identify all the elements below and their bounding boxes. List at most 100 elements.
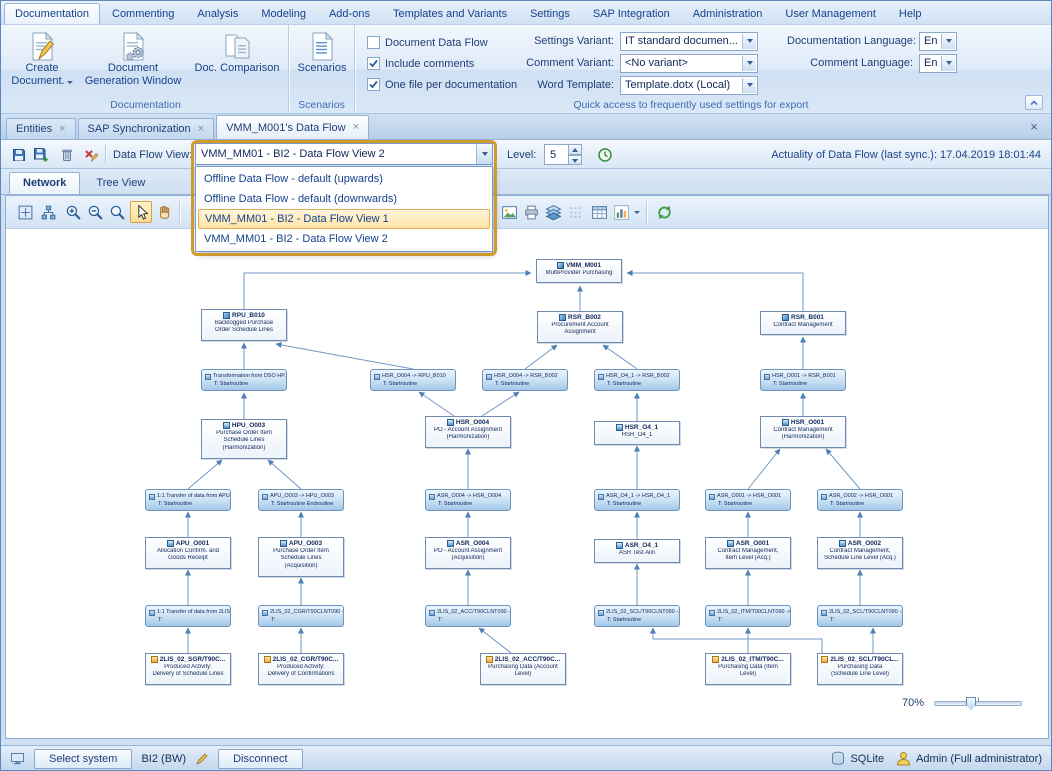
save-icon[interactable] xyxy=(9,145,29,165)
document-tab-entities[interactable]: Entities× xyxy=(6,118,76,139)
fit-icon[interactable] xyxy=(14,201,36,223)
ribbon-tab-commenting[interactable]: Commenting xyxy=(101,3,185,24)
document-tab-vmm-m001-s-data-flow[interactable]: VMM_M001's Data Flow× xyxy=(216,115,369,139)
diagram-node-ds-scl[interactable]: 2LIS_02_SCL/T90CL...Purchasing Data(Sche… xyxy=(817,653,903,685)
zoom-in-icon[interactable] xyxy=(62,201,84,223)
dropdown-item-offline-data-flow-default-upwards[interactable]: Offline Data Flow - default (upwards) xyxy=(198,169,490,189)
select-system-button[interactable]: Select system xyxy=(34,749,132,769)
cursor-icon[interactable] xyxy=(130,201,152,223)
diagram-node-ds-cgr[interactable]: 2LIS_02_CGR/T90C...Produced Activity:Del… xyxy=(258,653,344,685)
diagram-node-asr-o002[interactable]: ASR_O002Contract Management,Schedule Lin… xyxy=(817,537,903,569)
diagram-node-t-2lis-scl-asr[interactable]: 2LIS_02_SCL/T90CLNT090 ->...T: Startrout… xyxy=(594,605,680,627)
checkbox-document-data-flow[interactable]: Document Data Flow xyxy=(367,32,517,53)
select-word-template[interactable]: Template.dotx (Local) xyxy=(620,76,758,95)
diagram-node-asr-o004[interactable]: ASR_O004PO - Account Assignment(Acquisit… xyxy=(425,537,511,569)
checkbox-one-file-per-documentation[interactable]: One file per documentation xyxy=(367,74,517,95)
select-comment-language[interactable]: En xyxy=(919,54,957,73)
diagram-node-apu-o001[interactable]: APU_O001Allocation Confirm. andGoods Rec… xyxy=(145,537,231,569)
close-tab-icon[interactable]: × xyxy=(59,124,65,135)
ribbon-tab-add-ons[interactable]: Add-ons xyxy=(318,3,381,24)
dropdown-icon[interactable] xyxy=(742,34,756,49)
spin-up-icon[interactable] xyxy=(568,144,582,155)
ribbon-tab-analysis[interactable]: Analysis xyxy=(186,3,249,24)
layout-icon[interactable] xyxy=(37,201,59,223)
print-icon[interactable] xyxy=(520,201,542,223)
view-tab-tree-view[interactable]: Tree View xyxy=(82,172,159,194)
refresh-icon[interactable] xyxy=(653,201,675,223)
save-as-icon[interactable] xyxy=(31,145,51,165)
diagram-node-asr-o4-1[interactable]: ASR_O4_1ASR Test Alin xyxy=(594,539,680,563)
diagram-node-t-2lis-itm[interactable]: 2LIS_02_ITM/T90CLNT090 ->...T: xyxy=(705,605,791,627)
dropdown-icon[interactable] xyxy=(742,78,756,93)
diagram-node-t-2lis-scl[interactable]: 2LIS_02_SCL/T90CLNT090 ->...T: xyxy=(817,605,903,627)
dropdown-icon[interactable] xyxy=(941,56,955,71)
diagram-node-t-hsr-o4-1-rsr-b002[interactable]: HSR_O4_1 -> RSR_B002T: Startroutine xyxy=(594,369,680,391)
diagram-node-t-asr-o002-hsr-o001[interactable]: ASR_O002 -> HSR_O001T: Startroutine xyxy=(817,489,903,511)
diagram-node-ds-sgr[interactable]: 2LIS_02_SGR/T90C...Produced Activity:Del… xyxy=(145,653,231,685)
close-tab-icon[interactable]: × xyxy=(198,124,204,135)
ribbon-tab-settings[interactable]: Settings xyxy=(519,3,581,24)
diagram-node-t-2lis-acc[interactable]: 2LIS_02_ACC/T90CLNT090 ->...T: xyxy=(425,605,511,627)
checkbox-box-icon[interactable] xyxy=(367,78,380,91)
close-tab-bar-icon[interactable]: × xyxy=(1026,118,1042,134)
diagram-node-hsr-o004[interactable]: HSR_O004PO - Account Assignment(Harmoniz… xyxy=(425,416,511,448)
diagram-node-t-asr-o004-hsr-o004[interactable]: ASR_O004 -> HSR_O004T: Startroutine xyxy=(425,489,511,511)
data-flow-view-combobox[interactable]: VMM_MM01 - BI2 - Data Flow View 2 xyxy=(195,143,493,165)
diagram-node-t-hsr-o001-rsr-b001[interactable]: HSR_O001 -> RSR_B001T: Startroutine xyxy=(760,369,846,391)
ribbon-tab-help[interactable]: Help xyxy=(888,3,933,24)
diagram-node-hsr-o001[interactable]: HSR_O001Contract Management(Harmonizatio… xyxy=(760,416,846,448)
image-icon[interactable] xyxy=(498,201,520,223)
ribbon-tab-modeling[interactable]: Modeling xyxy=(250,3,317,24)
level-spinner[interactable]: 5 xyxy=(544,144,582,165)
diagram-node-apu-o003[interactable]: APU_O003Purchase Order ItemSchedule Line… xyxy=(258,537,344,577)
diagram-node-hsr-o4-1[interactable]: HSR_O4_1HSR_O4_1 xyxy=(594,421,680,445)
document-tab-sap-synchronization[interactable]: SAP Synchronization× xyxy=(78,118,215,139)
diagram-node-ds-acc[interactable]: 2LIS_02_ACC/T90C...Purchasing Data (Acco… xyxy=(480,653,566,685)
view-tab-network[interactable]: Network xyxy=(9,172,80,194)
dropdown-icon[interactable] xyxy=(941,34,955,49)
grid-icon[interactable] xyxy=(564,201,586,223)
diagram-node-t-asr-o4-1-hsr-o4-1[interactable]: ASR_O4_1 -> HSR_O4_1T: Startroutine xyxy=(594,489,680,511)
ribbon-tab-sap-integration[interactable]: SAP Integration xyxy=(582,3,681,24)
doc-comparison-button[interactable]: Doc. Comparison xyxy=(189,28,285,96)
dropdown-item-vmm-mm01-bi2-data-flow-view-2[interactable]: VMM_MM01 - BI2 - Data Flow View 2 xyxy=(198,229,490,249)
diagram-node-hpu-o003[interactable]: HPU_O003Purchase Order ItemSchedule Line… xyxy=(201,419,287,459)
doc-generation-window-button[interactable]: DocumentGeneration Window xyxy=(81,28,185,96)
spin-down-icon[interactable] xyxy=(568,155,582,166)
diagram-node-t-hsr-o004-rsr-b002[interactable]: HSR_O004 -> RSR_B002T: Startroutine xyxy=(482,369,568,391)
diagram-node-vmm-m001[interactable]: VMM_M001MultiProvider Purchasing xyxy=(536,259,622,283)
hand-icon[interactable] xyxy=(153,201,175,223)
ribbon-collapse-button[interactable] xyxy=(1025,95,1043,110)
delete-view-icon[interactable] xyxy=(81,145,101,165)
diagram-node-t-apu-o003-hpu-o003[interactable]: APU_O003 -> HPU_O003T: Startroutine Endr… xyxy=(258,489,344,511)
diagram-node-ds-itm[interactable]: 2LIS_02_ITM/T90C...Purchasing Data (Item… xyxy=(705,653,791,685)
diagram-canvas[interactable]: VMM_M001MultiProvider Purchasing RPU_B010… xyxy=(6,229,1048,738)
checkbox-include-comments[interactable]: Include comments xyxy=(367,53,517,74)
diagram-node-t-dso-hp[interactable]: Transformation from DSO HP...T: Startrou… xyxy=(201,369,287,391)
table-icon[interactable] xyxy=(588,201,610,223)
diagram-node-t-apu[interactable]: 1:1 Transfer of data from APU...T: Start… xyxy=(145,489,231,511)
delete-icon[interactable] xyxy=(57,145,77,165)
diagram-node-t-hsr-o004-rpu-b010[interactable]: HSR_O004 -> RPU_B010T: Startroutine xyxy=(370,369,456,391)
ribbon-tab-templates-and-variants[interactable]: Templates and Variants xyxy=(382,3,518,24)
dropdown-item-offline-data-flow-default-downwards[interactable]: Offline Data Flow - default (downwards) xyxy=(198,189,490,209)
layers-icon[interactable] xyxy=(542,201,564,223)
select-settings-variant[interactable]: IT standard documen... xyxy=(620,32,758,51)
chart-icon[interactable] xyxy=(610,201,643,223)
ribbon-tab-administration[interactable]: Administration xyxy=(682,3,774,24)
select-comment-variant[interactable]: <No variant> xyxy=(620,54,758,73)
ribbon-tab-documentation[interactable]: Documentation xyxy=(4,3,100,24)
diagram-node-asr-o001[interactable]: ASR_O001Contract Management,Item Level (… xyxy=(705,537,791,569)
diagram-node-rpu-b010[interactable]: RPU_B010Backlogged PurchaseOrder Schedul… xyxy=(201,309,287,341)
create-document-button[interactable]: CreateDocument. xyxy=(7,28,77,96)
select-documentation-language[interactable]: En xyxy=(919,32,957,51)
scenarios-button[interactable]: Scenarios xyxy=(292,28,352,96)
close-tab-icon[interactable]: × xyxy=(353,122,359,133)
diagram-node-rsr-b001[interactable]: RSR_B001Contract Management xyxy=(760,311,846,335)
dropdown-item-vmm-mm01-bi2-data-flow-view-1[interactable]: VMM_MM01 - BI2 - Data Flow View 1 xyxy=(198,209,490,229)
clock-icon[interactable] xyxy=(595,145,615,165)
dropdown-icon[interactable] xyxy=(742,56,756,71)
diagram-node-t-asr-o001-hsr-o001[interactable]: ASR_O001 -> HSR_O001T: Startroutine xyxy=(705,489,791,511)
zoom-out-icon[interactable] xyxy=(84,201,106,223)
diagram-node-rsr-b002[interactable]: RSR_B002Procurement AccountAssignment xyxy=(537,311,623,343)
